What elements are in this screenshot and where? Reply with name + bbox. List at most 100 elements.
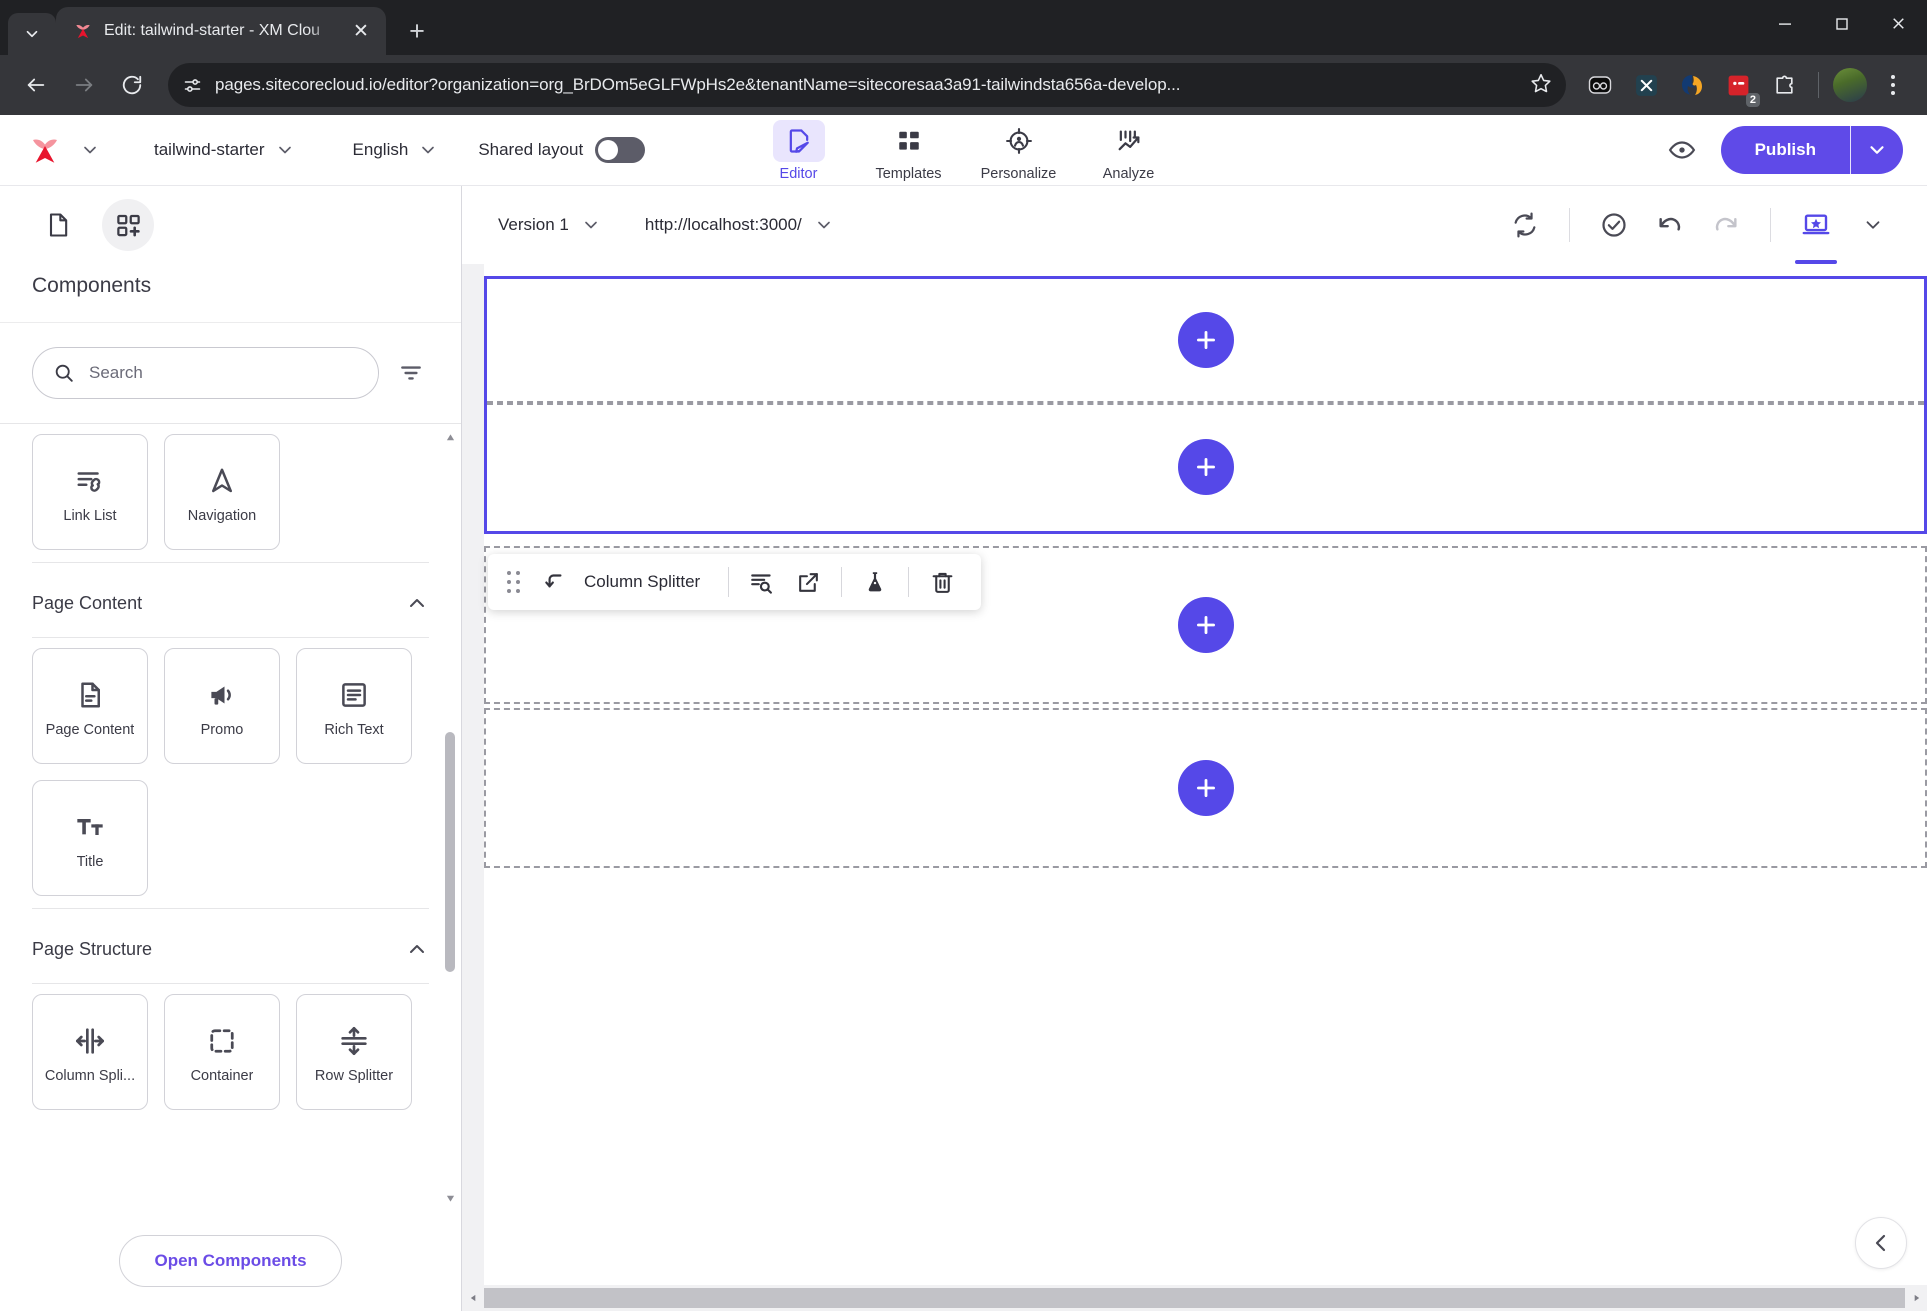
undo-icon[interactable] (1642, 197, 1698, 253)
component-label: Rich Text (324, 722, 383, 738)
shared-layout-toggle[interactable] (595, 137, 645, 163)
browser-window: Edit: tailwind-starter - XM Clou ✕ + (0, 0, 1927, 1311)
sidebar-scroll-thumb[interactable] (445, 732, 455, 972)
tune-icon[interactable] (182, 75, 203, 96)
tab-search-button[interactable] (8, 13, 56, 55)
canvas-toolbar-actions (1497, 186, 1901, 264)
red-notes-extension-icon[interactable]: 2 (1718, 65, 1758, 105)
refresh-icon[interactable] (1497, 197, 1553, 253)
url-text: pages.sitecorecloud.io/editor?organizati… (215, 75, 1518, 95)
grammar-extension-icon[interactable] (1672, 65, 1712, 105)
publish-button[interactable]: Publish (1721, 126, 1850, 174)
section-header-page-structure[interactable]: Page Structure (32, 908, 429, 983)
add-component-button[interactable] (1178, 439, 1234, 495)
eye-icon[interactable] (1665, 133, 1699, 167)
component-label: Navigation (188, 508, 257, 524)
placeholder-top-1[interactable] (487, 279, 1924, 403)
add-component-button[interactable] (1178, 312, 1234, 368)
canvas-url-selector[interactable]: http://localhost:3000/ (641, 209, 838, 241)
add-component-button[interactable] (1178, 597, 1234, 653)
component-card-container[interactable]: Container (164, 994, 280, 1110)
search-box[interactable] (32, 347, 379, 399)
tab-analyze[interactable]: Analyze (1077, 116, 1181, 184)
selected-component-outline[interactable] (484, 276, 1927, 534)
sitecore-logo[interactable] (24, 132, 66, 168)
sitecore-favicon (72, 20, 94, 42)
personalize-flask-icon[interactable] (852, 559, 898, 605)
component-card-column-splitter[interactable]: Column Spli... (32, 994, 148, 1110)
scroll-down-arrow-icon[interactable] (445, 1193, 455, 1203)
chevron-down-icon (1866, 139, 1888, 161)
redo-icon[interactable] (1698, 197, 1754, 253)
forward-button[interactable] (62, 63, 106, 107)
device-preview-button[interactable] (1787, 186, 1845, 264)
open-components-button[interactable]: Open Components (119, 1235, 341, 1287)
window-close-button[interactable] (1870, 0, 1927, 47)
component-card-row-splitter[interactable]: Row Splitter (296, 994, 412, 1110)
device-caret-button[interactable] (1845, 197, 1901, 253)
window-maximize-button[interactable] (1813, 0, 1870, 47)
canvas-url-label: http://localhost:3000/ (645, 215, 802, 235)
scroll-up-arrow-icon[interactable] (445, 432, 455, 442)
publish-group: Publish (1721, 126, 1903, 174)
hscroll-thumb[interactable] (484, 1288, 1905, 1308)
app-body: Components (0, 186, 1927, 1311)
address-bar[interactable]: pages.sitecorecloud.io/editor?organizati… (168, 63, 1566, 107)
tab-personalize[interactable]: Personalize (967, 116, 1071, 184)
canvas-horizontal-scrollbar[interactable] (462, 1285, 1927, 1311)
version-selector[interactable]: Version 1 (494, 209, 605, 241)
hscroll-track[interactable] (484, 1285, 1905, 1311)
triangle-left-icon[interactable] (462, 1285, 484, 1311)
content-search-icon[interactable] (739, 559, 785, 605)
publish-caret-button[interactable] (1851, 126, 1903, 174)
open-external-icon[interactable] (785, 559, 831, 605)
component-card-promo[interactable]: Promo (164, 648, 280, 764)
sidebar-item-components[interactable] (102, 199, 154, 251)
page-canvas: Column Splitter (484, 264, 1927, 1285)
toolbar-divider (1569, 208, 1570, 242)
app-switcher-chevron[interactable] (80, 140, 100, 160)
collapse-panel-button[interactable] (1855, 1217, 1907, 1269)
reload-button[interactable] (110, 63, 154, 107)
section-header-page-content[interactable]: Page Content (32, 562, 429, 637)
component-card-page-content[interactable]: Page Content (32, 648, 148, 764)
search-input[interactable] (89, 363, 358, 383)
delete-trash-icon[interactable] (919, 559, 965, 605)
sidebar-scrollbar[interactable] (445, 432, 455, 1203)
x-extension-icon[interactable] (1626, 65, 1666, 105)
triangle-right-icon[interactable] (1905, 1285, 1927, 1311)
shared-layout-control: Shared layout (478, 137, 645, 163)
sitecore-pages-app: tailwind-starter English Shared layout (0, 115, 1927, 1311)
puzzle-extensions-icon[interactable] (1764, 65, 1804, 105)
filter-icon[interactable] (393, 355, 429, 391)
canvas-toolbar: Version 1 http://localhost:3000/ (462, 186, 1927, 264)
component-card-link-list[interactable]: Link List (32, 434, 148, 550)
window-minimize-button[interactable] (1756, 0, 1813, 47)
placeholder-top-2[interactable] (487, 403, 1924, 529)
drag-handle-icon[interactable] (504, 567, 522, 597)
toolbar-divider-2 (1770, 208, 1771, 242)
chrome-menu-icon[interactable] (1873, 63, 1913, 107)
profile-avatar[interactable] (1833, 68, 1867, 102)
new-tab-button[interactable]: + (396, 10, 438, 52)
chevron-down-icon (581, 215, 601, 235)
chevron-down-icon (814, 215, 834, 235)
site-selector[interactable]: tailwind-starter (150, 134, 299, 166)
tab-templates[interactable]: Templates (857, 116, 961, 184)
component-card-navigation[interactable]: Navigation (164, 434, 280, 550)
language-selector[interactable]: English (349, 134, 443, 166)
tab-editor[interactable]: Editor (747, 116, 851, 184)
validation-check-icon[interactable] (1586, 197, 1642, 253)
component-card-title[interactable]: Title (32, 780, 148, 896)
tab-close-button[interactable]: ✕ (346, 16, 376, 46)
go-to-parent-icon[interactable] (532, 559, 578, 605)
section-title: Page Structure (32, 939, 152, 960)
add-component-button[interactable] (1178, 760, 1234, 816)
browser-tab[interactable]: Edit: tailwind-starter - XM Clou ✕ (56, 7, 386, 55)
placeholder-bottom-2[interactable] (484, 708, 1927, 868)
sidebar-item-page[interactable] (32, 199, 84, 251)
gooseberry-extension-icon[interactable] (1580, 65, 1620, 105)
component-card-rich-text[interactable]: Rich Text (296, 648, 412, 764)
back-button[interactable] (14, 63, 58, 107)
star-icon[interactable] (1530, 72, 1552, 99)
